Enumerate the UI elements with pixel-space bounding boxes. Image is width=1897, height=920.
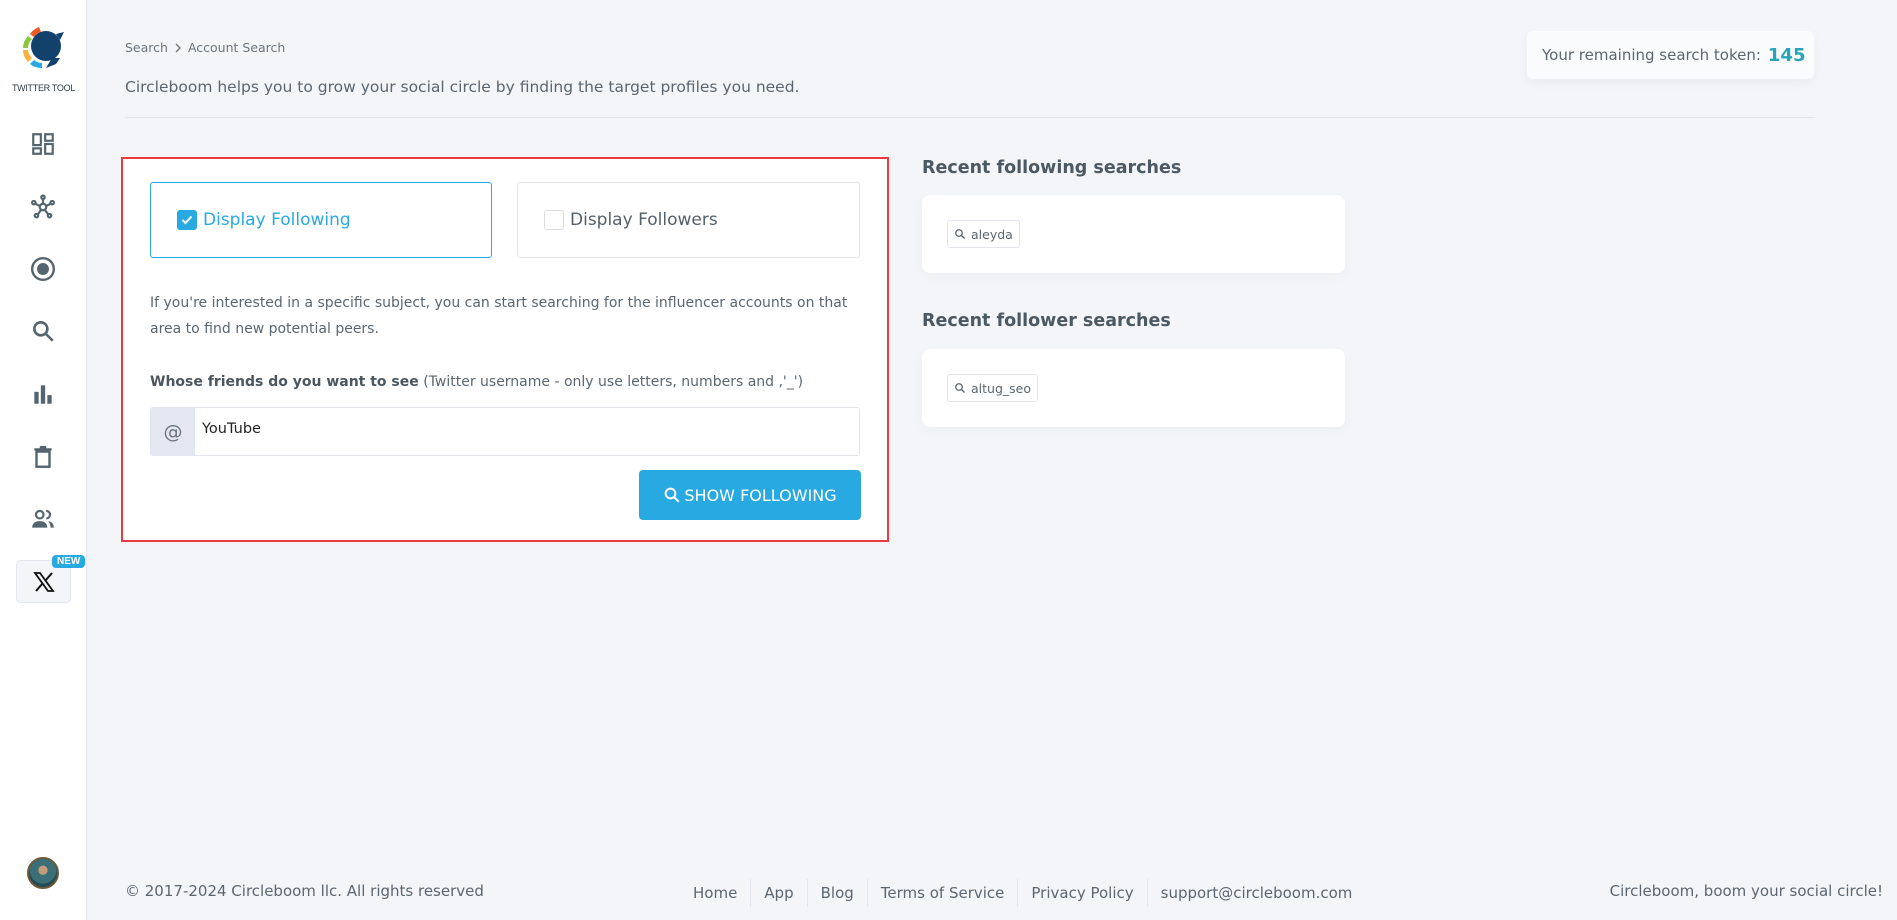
at-sign-addon: @ <box>151 408 195 455</box>
field-label-hint: (Twitter username - only use letters, nu… <box>423 374 804 390</box>
username-input[interactable] <box>195 408 859 455</box>
footer-link-home[interactable]: Home <box>680 879 750 907</box>
breadcrumb-account-search: Account Search <box>187 40 286 55</box>
x-logo-icon <box>32 571 55 592</box>
search-icon <box>33 321 54 342</box>
page-subtitle: Circleboom helps you to grow your social… <box>125 78 800 96</box>
token-label: Your remaining search token: <box>1542 46 1761 64</box>
trash-icon <box>34 446 52 468</box>
header-divider <box>125 117 1815 118</box>
following-checkbox[interactable] <box>177 210 197 230</box>
recent-following-chip[interactable]: aleyda <box>947 220 1020 248</box>
account-search-form: Display Following Display Followers If y… <box>121 157 889 542</box>
chevron-right-icon <box>175 43 181 52</box>
circleboom-logo-icon[interactable] <box>20 22 66 70</box>
check-icon <box>181 215 193 225</box>
sidebar: TWITTER TOOL NEW <box>0 0 87 920</box>
search-icon <box>665 487 680 503</box>
new-badge: NEW <box>52 555 86 568</box>
breadcrumb: Search Account Search <box>125 40 285 55</box>
search-icon <box>955 229 965 239</box>
recent-following-card: aleyda <box>922 195 1345 273</box>
search-token-box: Your remaining search token: 145 <box>1527 31 1814 79</box>
followers-checkbox[interactable] <box>544 210 564 230</box>
sidebar-item-delete[interactable] <box>29 443 57 471</box>
logo-text: TWITTER TOOL <box>11 83 76 93</box>
show-following-button[interactable]: SHOW FOLLOWING <box>639 470 861 520</box>
recent-follower-chip[interactable]: altug_seo <box>947 374 1038 402</box>
sidebar-item-search[interactable] <box>29 317 57 345</box>
token-count: 145 <box>1767 44 1806 66</box>
footer-link-privacy[interactable]: Privacy Policy <box>1017 879 1146 907</box>
dashboard-icon <box>32 133 54 155</box>
sidebar-item-analytics[interactable] <box>29 380 57 408</box>
username-input-group: @ <box>150 407 860 456</box>
footer-links: Home App Blog Terms of Service Privacy P… <box>680 879 1365 907</box>
recent-following-title: Recent following searches <box>922 158 1182 178</box>
recent-follower-title: Recent follower searches <box>922 311 1171 331</box>
option-display-followers[interactable]: Display Followers <box>517 182 860 258</box>
target-icon <box>30 256 56 282</box>
footer-link-app[interactable]: App <box>750 879 806 907</box>
sidebar-item-circle[interactable] <box>29 255 57 283</box>
option-followers-label: Display Followers <box>570 210 718 230</box>
footer-link-terms[interactable]: Terms of Service <box>866 879 1018 907</box>
footer-link-support-email[interactable]: support@circleboom.com <box>1146 879 1366 907</box>
sidebar-item-dashboard[interactable] <box>29 130 57 158</box>
chip-label: altug_seo <box>971 380 1031 396</box>
breadcrumb-search[interactable]: Search <box>125 40 168 55</box>
user-avatar[interactable] <box>27 857 59 889</box>
footer-copyright: © 2017-2024 Circleboom llc. All rights r… <box>125 882 484 900</box>
search-icon <box>955 383 965 393</box>
sidebar-item-network[interactable] <box>29 193 57 221</box>
username-field-label: Whose friends do you want to see (Twitte… <box>150 374 803 390</box>
users-icon <box>32 509 54 528</box>
bar-chart-icon <box>34 385 52 404</box>
recent-follower-card: altug_seo <box>922 349 1345 427</box>
option-following-label: Display Following <box>203 210 351 230</box>
show-following-label: SHOW FOLLOWING <box>684 485 837 505</box>
field-label-bold: Whose friends do you want to see <box>150 374 419 390</box>
form-description: If you're interested in a specific subje… <box>150 295 848 337</box>
option-display-following[interactable]: Display Following <box>150 182 492 258</box>
footer-tagline: Circleboom, boom your social circle! <box>1609 882 1883 900</box>
network-icon <box>30 194 56 219</box>
chip-label: aleyda <box>971 226 1013 242</box>
footer-link-blog[interactable]: Blog <box>806 879 867 907</box>
sidebar-item-users[interactable] <box>29 505 57 533</box>
